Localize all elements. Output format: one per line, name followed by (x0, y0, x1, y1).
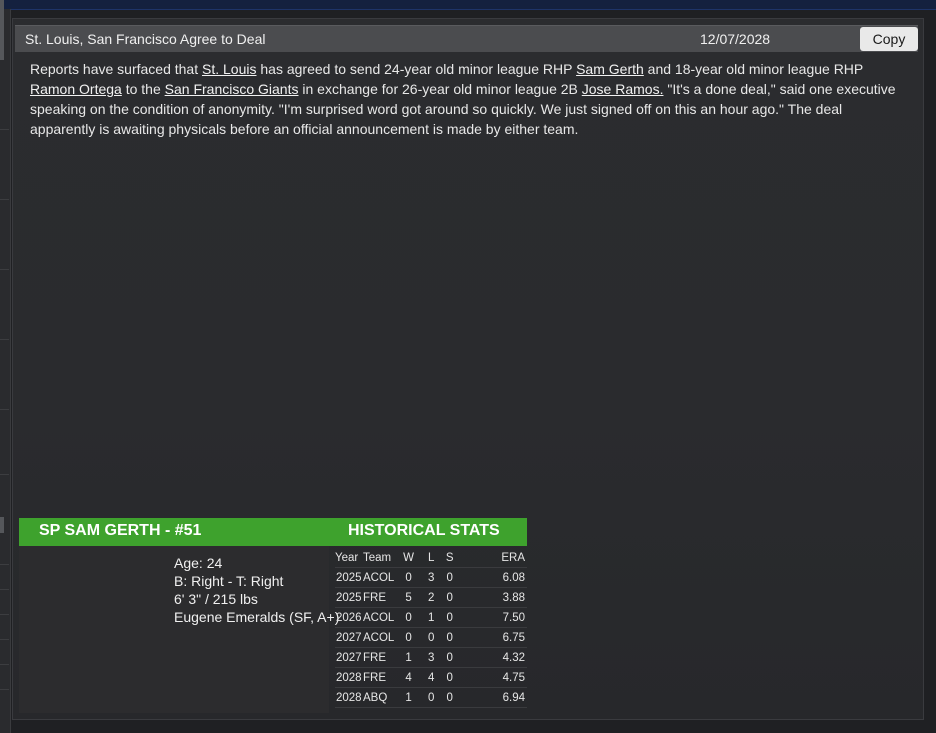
col-losses: L (427, 551, 435, 564)
stat-team[interactable]: FRE (363, 588, 394, 608)
rail-divider (0, 639, 9, 640)
stat-w: 4 (405, 671, 412, 684)
player-size: 6' 3" / 215 lbs (174, 591, 258, 607)
stats-body: 2025 ACOL 0 3 0 6.08 2025 FRE 5 2 0 3.88 2026 ACOL 0 1 0… (335, 568, 527, 708)
col-era: ERA (501, 551, 525, 564)
stat-year: 2027 (336, 631, 362, 644)
stat-s: 0 (446, 591, 453, 604)
stat-l: 2 (427, 591, 435, 604)
col-year: Year (335, 551, 359, 564)
stat-w: 0 (405, 611, 412, 624)
rail-tick (0, 0, 4, 60)
story-date: 12/07/2028 (700, 31, 771, 47)
rail-divider (0, 564, 9, 565)
team-link-st-louis[interactable]: St. Louis (202, 61, 256, 77)
top-window-bar (0, 0, 936, 10)
stats-row: 2028 ABQ 1 0 0 6.94 (335, 688, 527, 708)
team-link-san-francisco-giants[interactable]: San Francisco Giants (165, 81, 299, 97)
stat-l: 0 (427, 631, 435, 644)
player-link-jose-ramos[interactable]: Jose Ramos. (582, 81, 664, 97)
stat-era: 3.88 (502, 591, 525, 604)
rail-divider (0, 269, 9, 270)
col-team: Team (363, 551, 392, 564)
col-saves: S (445, 551, 454, 564)
rail-divider (0, 589, 9, 590)
stat-s: 0 (446, 651, 453, 664)
stat-era: 6.75 (502, 631, 525, 644)
rail-divider (0, 129, 9, 130)
stats-row: 2025 FRE 5 2 0 3.88 (335, 588, 527, 608)
col-wins: W (403, 551, 414, 564)
player-card-header: SP SAM GERTH - #51 HISTORICAL STATS (19, 518, 527, 546)
stat-era: 4.32 (502, 651, 525, 664)
stat-era: 6.94 (502, 691, 525, 704)
rail-divider (0, 614, 9, 615)
story-header: St. Louis, San Francisco Agree to Deal 1… (15, 25, 918, 52)
story-text: and 18-year old minor league RHP (643, 61, 863, 77)
rail-tick (0, 517, 4, 533)
stat-year: 2025 (336, 571, 362, 584)
rail-divider (0, 339, 9, 340)
player-card-body: Age: 24 B: Right - T: Right 6' 3" / 215 … (19, 546, 339, 713)
rail-divider (0, 689, 9, 690)
stats-row: 2028 FRE 4 4 0 4.75 (335, 668, 527, 688)
stats-row: 2026 ACOL 0 1 0 7.50 (335, 608, 527, 628)
stat-year: 2026 (336, 611, 362, 624)
player-bats-throws: B: Right - T: Right (174, 573, 284, 589)
rail-divider (0, 664, 9, 665)
stat-l: 1 (427, 611, 435, 624)
stat-l: 0 (427, 691, 435, 704)
historical-stats-table: Year Team W L S ERA 2025 ACOL 0 3 0 6.08 2025 F… (335, 548, 527, 708)
stats-header-row: Year Team W L S ERA (335, 548, 527, 568)
stat-w: 0 (405, 631, 412, 644)
player-link-sam-gerth[interactable]: Sam Gerth (576, 61, 644, 77)
stats-row: 2025 ACOL 0 3 0 6.08 (335, 568, 527, 588)
stat-era: 4.75 (502, 671, 525, 684)
stat-w: 0 (405, 571, 412, 584)
stat-team[interactable]: ABQ (363, 688, 394, 708)
stat-s: 0 (446, 671, 453, 684)
stats-row: 2027 FRE 1 3 0 4.32 (335, 648, 527, 668)
stat-team[interactable]: ACOL (363, 568, 394, 588)
player-age: Age: 24 (174, 555, 223, 571)
story-text: has agreed to send 24-year old minor lea… (256, 61, 577, 77)
stat-team[interactable]: ACOL (363, 628, 394, 648)
stat-w: 1 (405, 691, 412, 704)
stat-l: 4 (427, 671, 435, 684)
stat-team[interactable]: FRE (363, 648, 394, 668)
stat-l: 3 (427, 571, 435, 584)
player-photo (19, 546, 169, 713)
stat-era: 6.08 (502, 571, 525, 584)
story-body: Reports have surfaced that St. Louis has… (30, 59, 910, 139)
stat-s: 0 (446, 631, 453, 644)
stat-year: 2025 (336, 591, 362, 604)
stat-era: 7.50 (502, 611, 525, 624)
historical-stats-title: HISTORICAL STATS (348, 522, 500, 539)
stat-s: 0 (446, 571, 453, 584)
player-link-ramon-ortega[interactable]: Ramon Ortega (30, 81, 122, 97)
rail-divider (0, 474, 9, 475)
stat-s: 0 (446, 611, 453, 624)
stat-year: 2028 (336, 671, 362, 684)
stats-row: 2027 ACOL 0 0 0 6.75 (335, 628, 527, 648)
story-headline: St. Louis, San Francisco Agree to Deal (25, 31, 266, 47)
player-team[interactable]: Eugene Emeralds (SF, A+) (174, 608, 339, 626)
rail-divider (0, 199, 9, 200)
stat-l: 3 (427, 651, 435, 664)
player-card-title[interactable]: SP SAM GERTH - #51 (39, 522, 201, 540)
left-rail (0, 0, 11, 733)
story-text: in exchange for 26-year old minor league… (298, 81, 582, 97)
story-text: to the (121, 81, 165, 97)
stat-year: 2027 (336, 651, 362, 664)
rail-divider (0, 409, 9, 410)
stat-year: 2028 (336, 691, 362, 704)
player-bio: Age: 24 B: Right - T: Right 6' 3" / 215 … (174, 554, 339, 626)
stat-w: 5 (405, 591, 412, 604)
stat-team[interactable]: FRE (363, 668, 394, 688)
stat-s: 0 (446, 691, 453, 704)
story-text: Reports have surfaced that (30, 61, 202, 77)
stat-team[interactable]: ACOL (363, 608, 394, 628)
copy-button[interactable]: Copy (860, 27, 918, 51)
stat-w: 1 (405, 651, 412, 664)
